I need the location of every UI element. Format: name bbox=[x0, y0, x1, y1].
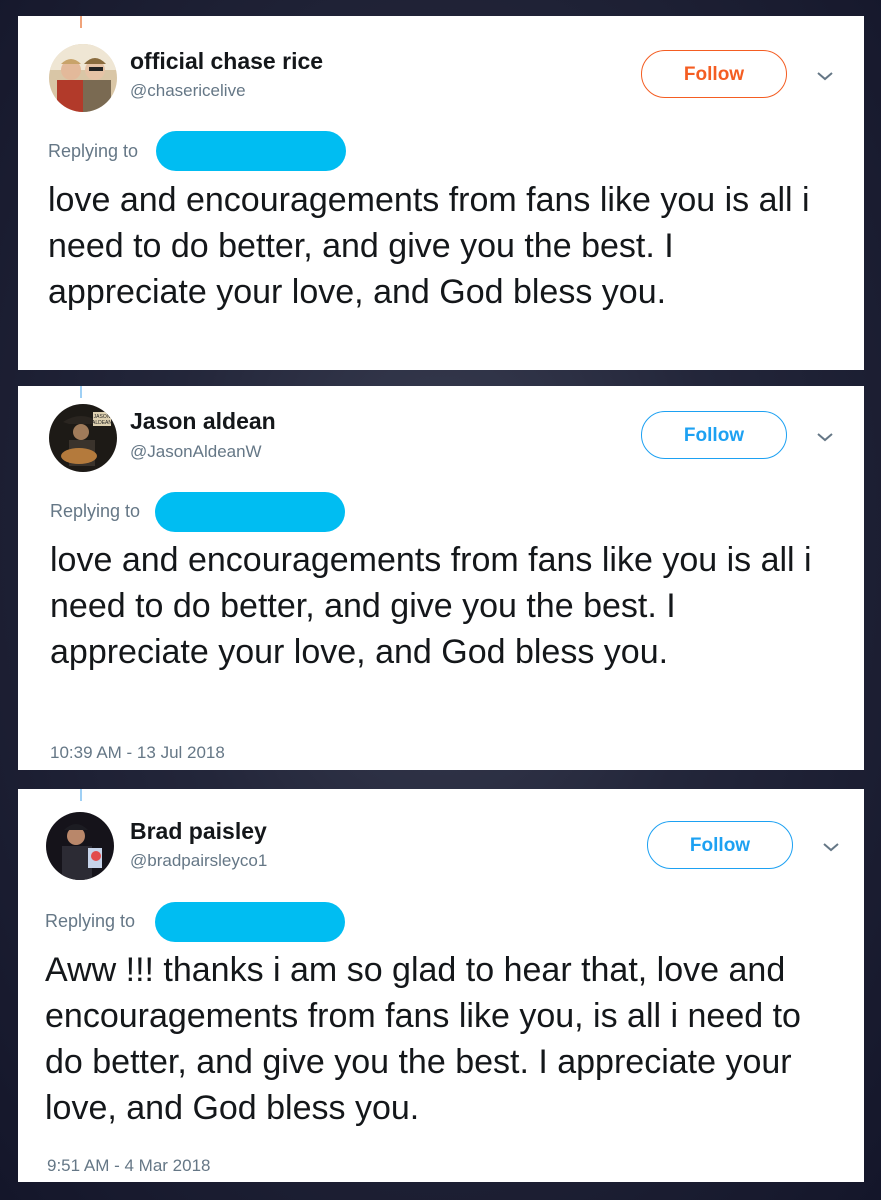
avatar[interactable]: JASON ALDEAN bbox=[49, 404, 117, 472]
user-handle[interactable]: @bradpairsleyco1 bbox=[130, 851, 267, 871]
thread-line bbox=[80, 386, 82, 398]
tweet-card: JASON ALDEAN Jason aldean @JasonAldeanW … bbox=[18, 386, 864, 770]
redacted-username bbox=[156, 131, 346, 171]
follow-button[interactable]: Follow bbox=[641, 411, 787, 459]
tweet-text: love and encouragements from fans like y… bbox=[48, 181, 810, 311]
user-handle[interactable]: @JasonAldeanW bbox=[130, 442, 262, 462]
redacted-username bbox=[155, 902, 345, 942]
chevron-down-icon[interactable] bbox=[815, 430, 835, 444]
replying-to-label: Replying to bbox=[48, 141, 139, 161]
tweet-timestamp[interactable]: 9:51 AM - 4 Mar 2018 bbox=[47, 1156, 210, 1176]
tweet-text: love and encouragements from fans like y… bbox=[50, 541, 812, 671]
display-name[interactable]: Brad paisley bbox=[130, 818, 267, 845]
tweet-card: official chase rice @chasericelive Follo… bbox=[18, 16, 864, 370]
display-name[interactable]: official chase rice bbox=[130, 48, 323, 75]
tweet-text: Aww !!! thanks i am so glad to hear that… bbox=[45, 951, 801, 1127]
display-name[interactable]: Jason aldean bbox=[130, 408, 276, 435]
chevron-down-icon[interactable] bbox=[821, 840, 841, 854]
chevron-down-icon[interactable] bbox=[815, 69, 835, 83]
thread-line bbox=[80, 16, 82, 28]
follow-button[interactable]: Follow bbox=[647, 821, 793, 869]
avatar[interactable] bbox=[46, 812, 114, 880]
user-handle[interactable]: @chasericelive bbox=[130, 81, 246, 101]
tweet-card: Brad paisley @bradpairsleyco1 Follow Rep… bbox=[18, 789, 864, 1182]
replying-to-label: Replying to bbox=[50, 501, 141, 521]
replying-to-label: Replying to bbox=[45, 911, 136, 931]
svg-text:ALDEAN: ALDEAN bbox=[92, 420, 112, 426]
thread-line bbox=[80, 789, 82, 801]
follow-button[interactable]: Follow bbox=[641, 50, 787, 98]
avatar[interactable] bbox=[49, 44, 117, 112]
tweet-timestamp[interactable]: 10:39 AM - 13 Jul 2018 bbox=[50, 743, 225, 763]
redacted-username bbox=[155, 492, 345, 532]
